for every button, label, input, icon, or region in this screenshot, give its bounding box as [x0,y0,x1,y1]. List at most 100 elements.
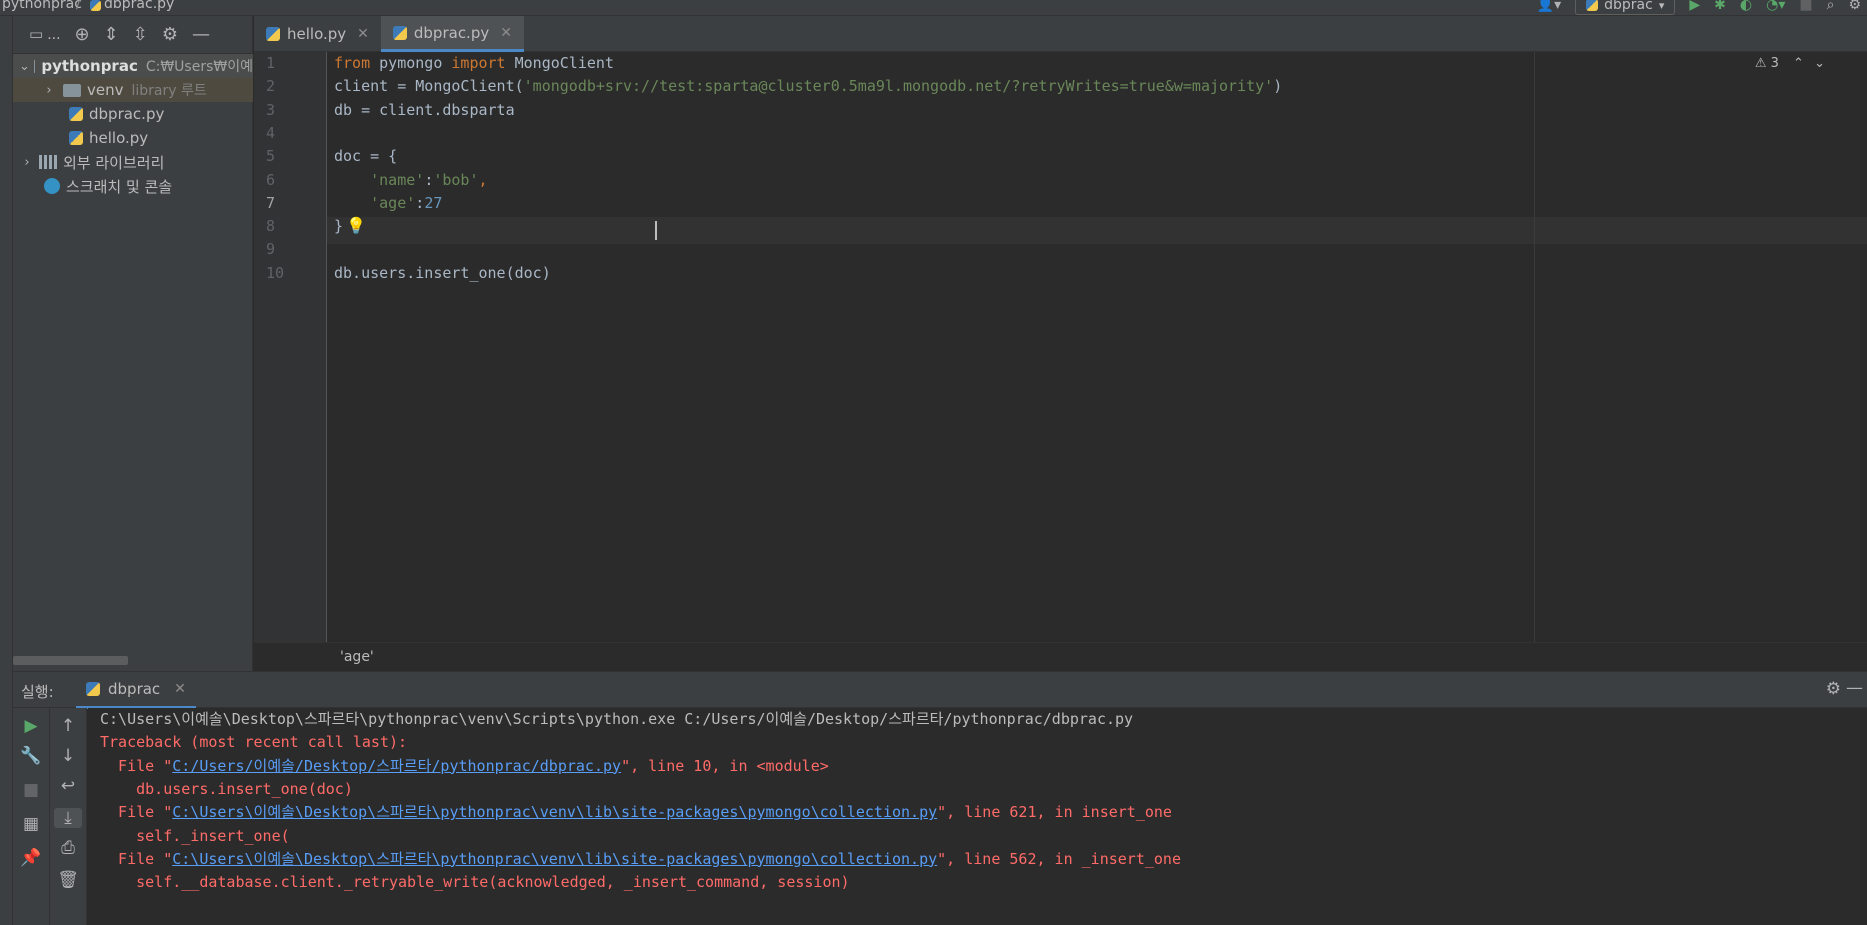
code-line: db.users.insert_one(doc) [334,260,551,287]
line-number: 10 [266,263,285,282]
layout-icon[interactable]: ▦ [13,814,49,834]
code-token: 'bob' [433,170,479,189]
console-text: self._insert_one( [100,826,290,845]
arrow-down-icon[interactable]: ↓ [50,746,86,766]
run-panel-header: 실행: dbprac ✕ ⚙ — [13,671,1867,709]
chevron-right-icon[interactable]: › [19,155,35,170]
run-console[interactable]: C:\Users\이예솔\Desktop\스파르타\pythonprac\ven… [88,708,1867,925]
console-text: ", line 562, in _insert_one [937,849,1181,868]
line-number: 2 [266,77,276,96]
tree-item-external-libraries[interactable]: › 외부 라이브러리 [13,150,253,174]
settings-icon[interactable]: ⚙ [1848,0,1861,12]
console-text: ", line 10, in <module> [621,756,829,775]
close-icon[interactable]: ✕ [174,681,186,697]
code-token: db.users.insert_one(doc) [334,263,551,282]
line-number: 7 [266,193,276,212]
python-file-icon [69,131,83,145]
stop-icon[interactable]: ■ [1799,0,1812,12]
python-file-icon [1586,0,1599,11]
tree-item-label: 스크래치 및 콘솔 [66,177,173,196]
rerun-icon[interactable]: ▶ [13,716,49,736]
soft-wrap-icon[interactable]: ↩ [50,776,86,796]
tree-item-hello[interactable]: hello.py [13,126,253,150]
project-panel: ▭ ... ⊕ ⇕ ⇳ ⚙ — ⌄ pythonprac C:₩Users₩이예… [13,16,253,671]
editor-breadcrumb[interactable]: 'age' [340,649,374,665]
console-text: File " [100,756,173,775]
code-token: : [424,170,434,189]
chevron-down-icon: ▾ [1658,0,1665,12]
run-panel-label: 실행: [21,683,54,701]
search-icon[interactable]: ⌕ [1827,0,1835,12]
horizontal-scrollbar[interactable] [13,656,128,665]
line-number: 8 [266,217,276,236]
run-icon[interactable]: ▶ [1689,0,1700,12]
console-text: db.users.insert_one(doc) [100,779,353,798]
gear-icon[interactable]: ⚙ [162,25,178,44]
breadcrumb-project[interactable]: pythonprac [2,0,82,12]
chevron-down-icon[interactable]: ⌄ [19,59,30,74]
run-config-label: dbprac [1604,0,1653,13]
code-token: 'mongodb+srv://test:sparta@cluster0.5ma9… [523,77,1274,96]
console-text: self.__database.client._retryable_write(… [100,873,850,892]
locate-icon[interactable]: ⊕ [75,25,90,44]
code-token: pymongo [370,54,452,72]
breadcrumb-file[interactable]: dbprac.py [104,0,174,12]
console-file-link[interactable]: C:\Users\이예솔\Desktop\스파르타\pythonprac\ven… [172,850,937,868]
run-tab-dbprac[interactable]: dbprac ✕ [76,672,196,709]
tree-item-label: venv [87,81,124,99]
warning-icon: ⚠ [1754,56,1767,71]
collapse-all-icon[interactable]: ⇳ [133,25,148,44]
expand-all-icon[interactable]: ⇕ [104,25,119,44]
console-file-link[interactable]: C:\Users\이예솔\Desktop\스파르타\pythonprac\ven… [172,803,937,821]
code-token: MongoClient [505,54,614,72]
scratch-icon [44,178,60,194]
line-number: 4 [266,123,276,142]
warnings-indicator[interactable]: ⚠ 3 ⌃ ⌄ [1755,56,1825,71]
code-token: } [334,217,344,236]
chevron-up-icon[interactable]: ⌃ [1793,56,1804,71]
project-view-icon[interactable]: ▭ [29,27,43,42]
tab-label: dbprac.py [413,23,490,42]
profile-icon[interactable]: ◔▾ [1766,0,1785,12]
minimize-icon[interactable]: — [1846,678,1863,698]
chevron-down-icon[interactable]: ⌄ [1814,56,1825,71]
run-config-selector[interactable]: dbprac ▾ [1575,0,1676,15]
wrench-icon[interactable]: 🔧 [13,746,49,766]
close-icon[interactable]: ✕ [357,26,369,42]
coverage-icon[interactable]: ◐ [1740,0,1752,12]
tree-item-pythonprac[interactable]: ⌄ pythonprac C:₩Users₩이예 [13,54,253,78]
python-file-icon [86,682,100,696]
tree-item-venv[interactable]: › venv library 루트 [13,78,253,102]
user-icon[interactable]: 👤▾ [1537,0,1561,12]
debug-icon[interactable]: ✱ [1714,0,1726,12]
print-icon[interactable]: ⎙ [50,838,86,858]
close-icon[interactable]: ✕ [500,25,512,41]
stop-icon[interactable]: ■ [13,780,49,800]
editor-tabs: hello.py ✕ dbprac.py ✕ [254,16,1867,52]
tab-dbprac[interactable]: dbprac.py ✕ [380,16,524,52]
project-view-label[interactable]: ... [47,27,60,43]
tab-hello[interactable]: hello.py ✕ [254,16,381,52]
folder-icon [33,59,36,73]
arrow-up-icon[interactable]: ↑ [50,716,86,736]
code-token: 'name' [370,170,425,189]
chevron-right-icon[interactable]: › [41,83,57,98]
pin-icon[interactable]: 📌 [13,848,49,868]
tree-item-label: hello.py [89,129,149,147]
scroll-to-end-icon[interactable]: ⤓ [54,808,82,828]
code-editor[interactable]: from pymongo import MongoClient client = … [254,52,1867,642]
console-text: File " [100,803,173,822]
console-file-link[interactable]: C:/Users/이예솔/Desktop/스파르타/pythonprac/dbp… [172,757,621,775]
line-number: 1 [266,54,276,72]
trash-icon[interactable]: 🗑 [50,870,86,890]
gear-icon[interactable]: ⚙ [1826,679,1841,699]
tree-item-scratches[interactable]: 스크래치 및 콘솔 [13,174,253,198]
tree-item-dbprac[interactable]: dbprac.py [13,102,253,126]
lightbulb-icon[interactable]: 💡 [346,216,366,235]
line-number: 6 [266,170,276,189]
minimize-icon[interactable]: — [192,25,210,44]
code-line: db = client.dbsparta [334,97,515,124]
warning-count: 3 [1770,56,1779,71]
breadcrumb-separator: / [76,0,81,12]
code-token: 'age' [370,193,416,212]
